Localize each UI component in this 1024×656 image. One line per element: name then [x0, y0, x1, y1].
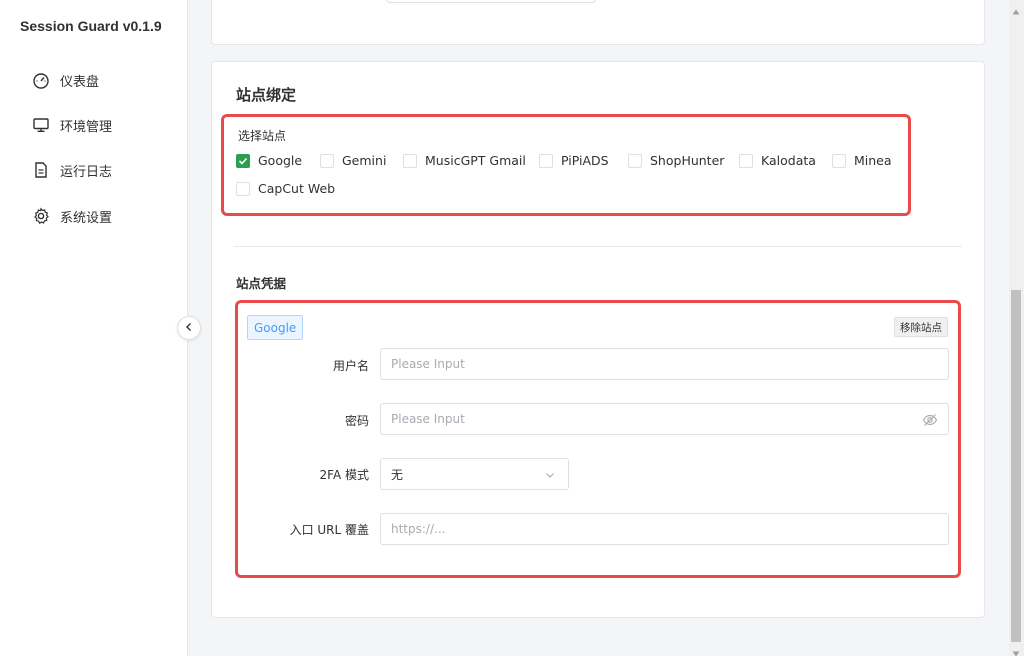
twofa-label: 2FA 模式	[319, 468, 369, 482]
checkbox-label: PiPiADS	[561, 153, 609, 168]
site-tag-google[interactable]: Google	[247, 315, 304, 340]
checkbox-label: CapCut Web	[258, 181, 336, 196]
checkbox-label: Gemini	[342, 153, 387, 168]
scrollbar-thumb[interactable]	[1011, 290, 1021, 642]
checkbox-label: ShopHunter	[650, 153, 725, 168]
checkbox-label: Google	[258, 153, 303, 168]
checkbox-icon	[628, 153, 642, 168]
sidebar-item-environment[interactable]: 环境管理	[32, 114, 112, 136]
password-label: 密码	[344, 414, 369, 428]
site-checkbox-minea[interactable]: Minea	[832, 153, 892, 168]
sidebar-item-label: 系统设置	[60, 210, 113, 226]
sidebar-item-logs[interactable]: 运行日志	[32, 159, 112, 181]
select-site-label: 选择站点	[238, 129, 287, 143]
twofa-select[interactable]: 无	[380, 458, 569, 490]
main-content: 站点绑定 选择站点 Google Gemini MusicGPT Gmail P…	[189, 0, 1009, 656]
checkbox-icon	[832, 153, 846, 168]
entry-url-input[interactable]: https://...	[380, 513, 949, 545]
document-icon	[32, 161, 50, 179]
site-checkbox-pipiads[interactable]: PiPiADS	[539, 153, 609, 168]
collapse-sidebar-button[interactable]	[177, 316, 201, 340]
checkbox-label: Kalodata	[761, 153, 816, 168]
checkbox-label: MusicGPT Gmail	[425, 153, 526, 168]
chevron-down-icon	[542, 467, 558, 483]
checkbox-icon	[739, 153, 753, 168]
password-placeholder: Please Input	[391, 412, 465, 426]
username-input[interactable]: Please Input	[380, 348, 949, 380]
sidebar-item-label: 仪表盘	[60, 74, 100, 90]
username-label: 用户名	[332, 359, 369, 373]
credentials-title: 站点凭据	[236, 276, 287, 291]
checkbox-label: Minea	[854, 153, 892, 168]
username-placeholder: Please Input	[391, 357, 465, 371]
site-binding-card: 站点绑定 选择站点 Google Gemini MusicGPT Gmail P…	[211, 61, 985, 618]
gear-icon	[32, 207, 50, 225]
previous-card	[211, 0, 985, 45]
app-title: Session Guard v0.1.9	[20, 18, 162, 34]
site-checkbox-capcut-web[interactable]: CapCut Web	[236, 181, 335, 196]
remove-site-button[interactable]: 移除站点	[894, 317, 948, 337]
previous-card-control	[386, 0, 596, 3]
entry-url-label: 入口 URL 覆盖	[289, 523, 369, 537]
monitor-icon	[32, 116, 50, 134]
sidebar-item-label: 运行日志	[60, 164, 113, 180]
sidebar: Session Guard v0.1.9 仪表盘 环境管理 运行日志 系统设置	[0, 0, 188, 656]
password-input[interactable]: Please Input	[380, 403, 949, 435]
checkbox-checked-icon	[236, 153, 250, 168]
sidebar-item-settings[interactable]: 系统设置	[32, 205, 112, 227]
scroll-down-arrow-icon[interactable]	[1012, 646, 1020, 656]
site-checkbox-shophunter[interactable]: ShopHunter	[628, 153, 724, 168]
twofa-value: 无	[391, 467, 404, 482]
checkbox-icon	[320, 153, 334, 168]
site-checkbox-gemini[interactable]: Gemini	[320, 153, 386, 168]
site-binding-title: 站点绑定	[236, 86, 297, 104]
sidebar-item-dashboard[interactable]: 仪表盘	[32, 69, 99, 91]
checkbox-icon	[236, 181, 250, 196]
dashboard-icon	[32, 71, 50, 89]
checkbox-icon	[403, 153, 417, 168]
chevron-left-icon	[184, 321, 194, 336]
site-checkbox-google[interactable]: Google	[236, 153, 302, 168]
site-checkbox-kalodata[interactable]: Kalodata	[739, 153, 816, 168]
sidebar-item-label: 环境管理	[60, 119, 113, 135]
checkbox-icon	[539, 153, 553, 168]
section-divider	[234, 246, 962, 247]
scroll-up-arrow-icon[interactable]	[1012, 4, 1020, 15]
eye-icon[interactable]	[922, 412, 938, 428]
entry-url-placeholder: https://...	[391, 522, 446, 536]
site-checkbox-musicgpt-gmail[interactable]: MusicGPT Gmail	[403, 153, 526, 168]
